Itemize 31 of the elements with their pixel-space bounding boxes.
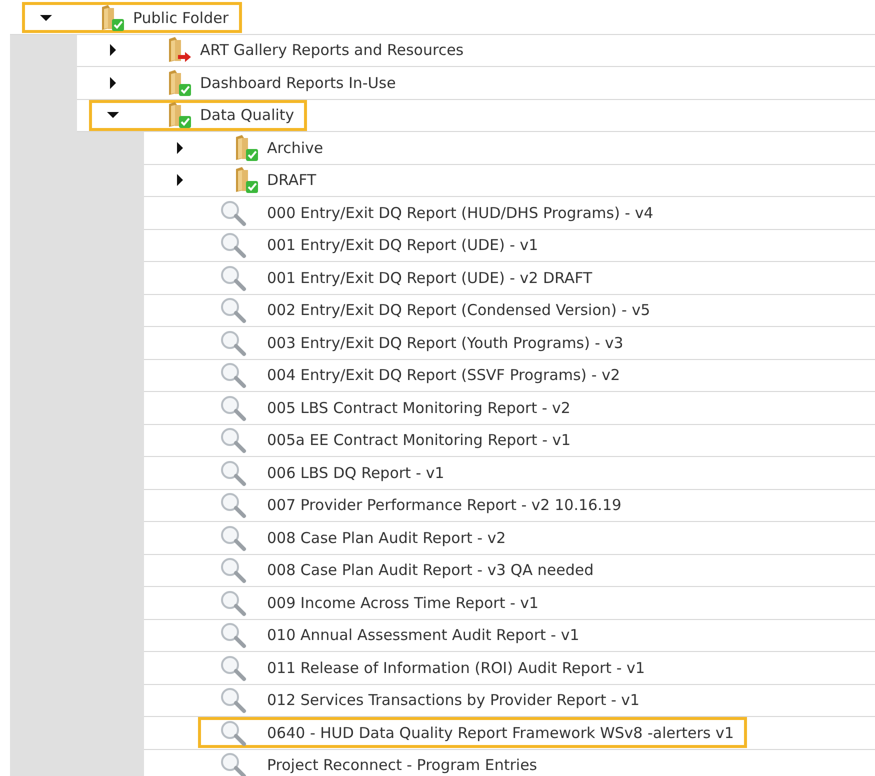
item-label: Project Reconnect - Program Entries	[267, 755, 538, 776]
item-label: 010 Annual Assessment Audit Report - v1	[267, 625, 580, 646]
caret-right-icon[interactable]	[174, 174, 186, 186]
item-label: 009 Income Across Time Report - v1	[267, 592, 539, 614]
item-label: Archive	[267, 138, 324, 158]
item-label: 005a EE Contract Monitoring Report - v1	[267, 430, 571, 451]
caret-right-icon[interactable]	[174, 142, 186, 154]
item-label: DRAFT	[267, 170, 316, 191]
item-label: 007 Provider Performance Report - v2 10.16.19	[267, 495, 622, 516]
item-label: 011 Release of Information (ROI) Audit Report - v1	[267, 658, 645, 678]
item-label: 008 Case Plan Audit Report - v3 QA needed	[267, 560, 594, 581]
item-label: 002 Entry/Exit DQ Report (Condensed Version) - v5	[267, 300, 650, 321]
item-label: 0640 - HUD Data Quality Report Framework WSv8 -alerters v1	[267, 722, 734, 744]
item-label: 008 Case Plan Audit Report - v2	[267, 528, 506, 548]
item-label: 001 Entry/Exit DQ Report (UDE) - v1	[267, 235, 538, 256]
item-label: 003 Entry/Exit DQ Report (Youth Programs) - v3	[267, 332, 624, 354]
item-label: Data Quality	[200, 105, 294, 126]
item-label: 005 LBS Contract Monitoring Report - v2	[267, 398, 570, 418]
item-label: Public Folder	[133, 8, 229, 28]
caret-right-icon[interactable]	[107, 44, 119, 56]
item-label: 006 LBS DQ Report - v1	[267, 462, 444, 484]
tree-item[interactable]: 0640 - HUD Data Quality Report Framework WSv8 -alerters v1	[198, 717, 747, 748]
item-label: 004 Entry/Exit DQ Report (SSVF Programs) - v2	[267, 365, 620, 386]
item-label: 012 Services Transactions by Provider Report - v1	[267, 690, 640, 711]
item-label: Dashboard Reports In-Use	[200, 72, 396, 94]
item-label: 001 Entry/Exit DQ Report (UDE) - v2 DRAFT	[267, 268, 592, 288]
item-label: ART Gallery Reports and Resources	[200, 40, 464, 61]
tree-item[interactable]: Public Folder	[22, 2, 242, 34]
tree-item[interactable]: Data Quality	[89, 100, 308, 131]
item-label: 000 Entry/Exit DQ Report (HUD/DHS Programs) - v4	[267, 202, 654, 224]
caret-right-icon[interactable]	[107, 76, 119, 89]
